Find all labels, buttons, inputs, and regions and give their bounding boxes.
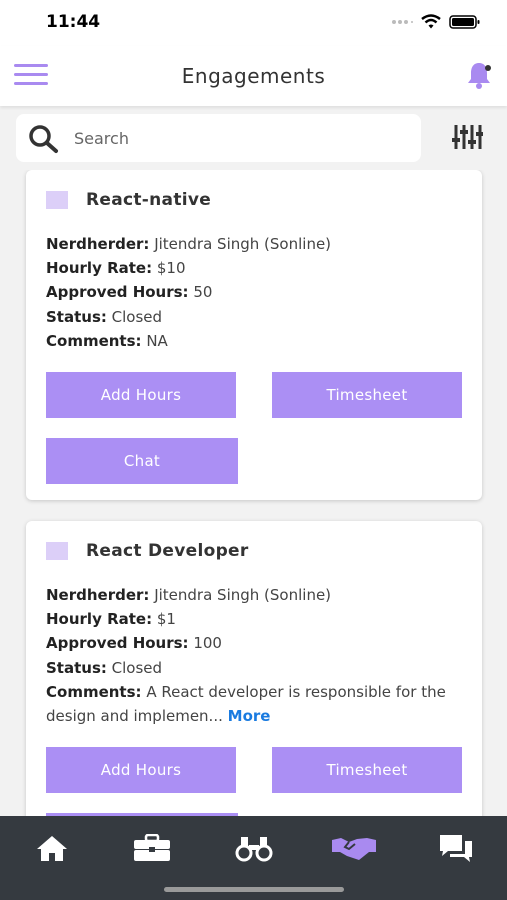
engagement-card: React-native Nerdherder: Jitendra Singh …	[26, 170, 482, 500]
hourly-rate-row: Hourly Rate: $1	[46, 607, 466, 631]
wifi-icon	[421, 14, 441, 29]
status-row: Status: Closed	[46, 656, 466, 680]
approved-hours-row: Approved Hours: 100	[46, 631, 466, 655]
search-icon	[29, 125, 58, 153]
nerdherder-label: Nerdherder:	[46, 235, 150, 253]
status-value: Closed	[111, 307, 163, 326]
tab-messages[interactable]	[426, 826, 486, 870]
battery-icon	[449, 15, 480, 29]
app-header: Engagements	[0, 46, 507, 106]
approved-hours-value: 50	[193, 283, 213, 302]
signal-icon	[392, 20, 413, 24]
status-row: Status: Closed	[46, 305, 466, 329]
tab-explore[interactable]	[224, 826, 284, 870]
card-title-row: React Developer	[46, 541, 249, 561]
hourly-rate-value: $1	[156, 610, 176, 629]
status-bar: 11:44	[0, 0, 507, 46]
notification-bell-icon[interactable]	[465, 60, 493, 90]
comments-label: Comments:	[46, 331, 142, 350]
comments-label: Comments:	[46, 682, 142, 701]
add-hours-button[interactable]: Add Hours	[46, 372, 236, 418]
approved-hours-row: Approved Hours: 50	[46, 280, 466, 304]
engagement-card: React Developer Nerdherder: Jitendra Sin…	[26, 521, 482, 816]
hourly-rate-label: Hourly Rate:	[46, 259, 153, 278]
card-title-row: React-native	[46, 190, 211, 210]
chat-bubbles-icon	[440, 835, 472, 862]
more-link[interactable]: More	[228, 707, 271, 725]
nerdherder-value: Jitendra Singh (Sonline)	[154, 586, 332, 604]
page-title: Engagements	[181, 64, 326, 88]
status-value: Closed	[111, 658, 163, 677]
home-indicator	[164, 887, 344, 892]
nerdherder-label: Nerdherder:	[46, 586, 150, 604]
search-input[interactable]	[74, 122, 404, 154]
tab-jobs[interactable]	[122, 826, 182, 870]
add-hours-button[interactable]: Add Hours	[46, 747, 236, 793]
handshake-icon	[332, 838, 376, 860]
tab-engagements[interactable]	[324, 826, 384, 870]
search-box	[16, 114, 421, 162]
timesheet-button[interactable]: Timesheet	[272, 747, 462, 793]
search-row	[0, 114, 507, 164]
nerdherder-value: Jitendra Singh (Sonline)	[154, 235, 332, 253]
comments-row: Comments: NA	[46, 329, 466, 353]
status-label: Status:	[46, 307, 107, 326]
status-time: 11:44	[46, 12, 101, 32]
card-title: React Developer	[86, 541, 249, 561]
hourly-rate-label: Hourly Rate:	[46, 610, 153, 629]
card-title: React-native	[86, 190, 212, 210]
status-icons	[391, 14, 481, 30]
comments-row: Comments: A React developer is responsib…	[46, 680, 466, 728]
select-checkbox[interactable]	[46, 191, 68, 209]
tab-home[interactable]	[22, 826, 82, 870]
timesheet-button[interactable]: Timesheet	[272, 372, 462, 418]
nerdherder-row: Nerdherder: Jitendra Singh (Sonline)	[46, 583, 466, 607]
hourly-rate-value: $10	[156, 259, 186, 278]
binoculars-icon	[235, 837, 273, 862]
card-details: Nerdherder: Jitendra Singh (Sonline) Hou…	[46, 232, 466, 353]
engagements-list[interactable]: React-native Nerdherder: Jitendra Singh …	[0, 170, 507, 816]
chat-button[interactable]: Chat	[46, 438, 238, 484]
bottom-tab-bar	[0, 816, 507, 900]
approved-hours-label: Approved Hours:	[46, 634, 189, 653]
card-details: Nerdherder: Jitendra Singh (Sonline) Hou…	[46, 583, 466, 728]
filter-sliders-icon[interactable]	[451, 122, 483, 152]
hourly-rate-row: Hourly Rate: $10	[46, 256, 466, 280]
status-label: Status:	[46, 658, 107, 677]
comments-value: NA	[146, 331, 168, 350]
approved-hours-label: Approved Hours:	[46, 283, 189, 302]
briefcase-icon	[134, 834, 170, 861]
nerdherder-row: Nerdherder: Jitendra Singh (Sonline)	[46, 232, 466, 256]
home-icon	[37, 836, 67, 861]
approved-hours-value: 100	[193, 634, 222, 653]
select-checkbox[interactable]	[46, 542, 68, 560]
